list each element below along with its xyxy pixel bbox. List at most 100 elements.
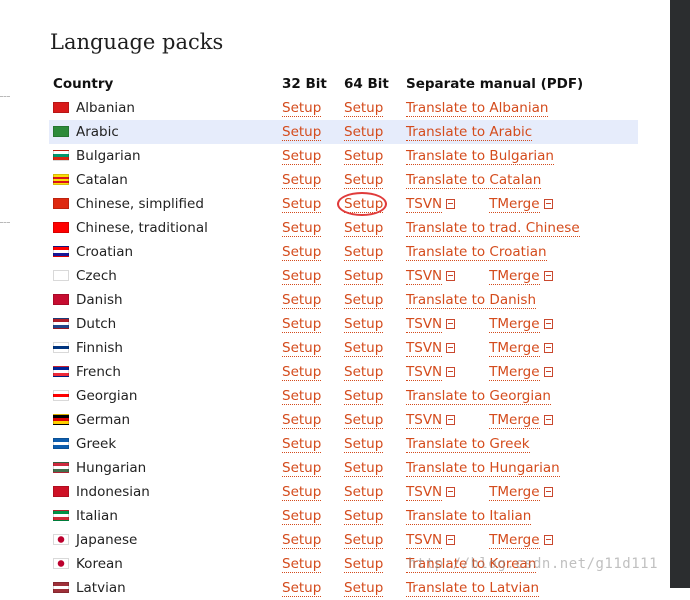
setup-32bit-link[interactable]: Setup <box>282 316 322 333</box>
setup-32bit-link[interactable]: Setup <box>282 532 322 549</box>
setup-64bit-link[interactable]: Setup <box>344 244 384 261</box>
setup-32bit-link[interactable]: Setup <box>282 580 322 597</box>
tsvn-manual-link[interactable]: TSVN <box>406 484 443 501</box>
manual-cell: Translate to Croatian <box>402 240 638 264</box>
setup-64bit-link[interactable]: Setup <box>344 412 384 429</box>
bit64-cell: Setup <box>340 120 402 144</box>
setup-32bit-link[interactable]: Setup <box>282 100 322 117</box>
setup-64bit-link[interactable]: Setup <box>344 556 384 573</box>
country-cell: Czech <box>49 264 278 288</box>
flag-icon <box>53 342 69 353</box>
setup-64bit-link[interactable]: Setup <box>344 124 384 141</box>
setup-32bit-link[interactable]: Setup <box>282 556 322 573</box>
country-cell: German <box>49 408 278 432</box>
setup-64bit-link[interactable]: Setup <box>344 388 384 405</box>
translate-manual-link[interactable]: Translate to Croatian <box>406 244 547 261</box>
pdf-icon <box>446 271 456 281</box>
setup-32bit-link[interactable]: Setup <box>282 460 322 477</box>
tsvn-manual-link[interactable]: TSVN <box>406 340 443 357</box>
setup-32bit-link[interactable]: Setup <box>282 412 322 429</box>
setup-64bit-link[interactable]: Setup <box>344 172 384 189</box>
translate-manual-link[interactable]: Translate to Italian <box>406 508 532 525</box>
setup-64bit-link[interactable]: Setup <box>344 220 384 237</box>
translate-manual-link[interactable]: Translate to Arabic <box>406 124 533 141</box>
tmerge-manual-link[interactable]: TMerge <box>489 412 540 429</box>
tsvn-manual-link[interactable]: TSVN <box>406 316 443 333</box>
setup-64bit-link[interactable]: Setup <box>344 100 384 117</box>
setup-64bit-link[interactable]: Setup <box>344 268 384 285</box>
bit64-cell: Setup <box>340 408 402 432</box>
margin-marker <box>0 222 10 223</box>
setup-32bit-link[interactable]: Setup <box>282 292 322 309</box>
country-name: Croatian <box>76 244 134 260</box>
tmerge-manual-link[interactable]: TMerge <box>489 364 540 381</box>
tmerge-manual-link[interactable]: TMerge <box>489 340 540 357</box>
setup-32bit-link[interactable]: Setup <box>282 484 322 501</box>
bit64-cell: Setup <box>340 168 402 192</box>
country-cell: Georgian <box>49 384 278 408</box>
tmerge-manual-link[interactable]: TMerge <box>489 484 540 501</box>
translate-manual-link[interactable]: Translate to Georgian <box>406 388 551 405</box>
setup-64bit-link[interactable]: Setup <box>344 364 384 381</box>
setup-64bit-link[interactable]: Setup <box>344 460 384 477</box>
translate-manual-link[interactable]: Translate to Danish <box>406 292 536 309</box>
pdf-icon <box>543 367 553 377</box>
setup-64bit-link[interactable]: Setup <box>344 340 384 357</box>
flag-icon <box>53 390 69 401</box>
bit64-cell: Setup <box>340 576 402 600</box>
setup-32bit-link[interactable]: Setup <box>282 196 322 213</box>
translate-manual-link[interactable]: Translate to Bulgarian <box>406 148 554 165</box>
pdf-icon <box>543 535 553 545</box>
flag-icon <box>53 270 69 281</box>
bit32-cell: Setup <box>278 528 340 552</box>
translate-manual-link[interactable]: Translate to Greek <box>406 436 530 453</box>
setup-64bit-link[interactable]: Setup <box>344 292 384 309</box>
country-name: Latvian <box>76 580 126 596</box>
setup-32bit-link[interactable]: Setup <box>282 436 322 453</box>
setup-32bit-link[interactable]: Setup <box>282 268 322 285</box>
setup-32bit-link[interactable]: Setup <box>282 508 322 525</box>
setup-64bit-link[interactable]: Setup <box>344 436 384 453</box>
setup-64bit-link[interactable]: Setup <box>344 484 384 501</box>
bit32-cell: Setup <box>278 288 340 312</box>
manual-cell: TSVN TMerge <box>402 336 638 360</box>
country-cell: Korean <box>49 552 278 576</box>
country-cell: Danish <box>49 288 278 312</box>
tsvn-manual-link[interactable]: TSVN <box>406 412 443 429</box>
translate-manual-link[interactable]: Translate to trad. Chinese <box>406 220 580 237</box>
tmerge-manual-link[interactable]: TMerge <box>489 532 540 549</box>
setup-32bit-link[interactable]: Setup <box>282 220 322 237</box>
tsvn-manual-link[interactable]: TSVN <box>406 268 443 285</box>
setup-32bit-link[interactable]: Setup <box>282 388 322 405</box>
country-cell: French <box>49 360 278 384</box>
manual-cell: TSVN TMerge <box>402 192 638 216</box>
translate-manual-link[interactable]: Translate to Latvian <box>406 580 540 597</box>
tsvn-manual-link[interactable]: TSVN <box>406 364 443 381</box>
tsvn-manual-link[interactable]: TSVN <box>406 196 443 213</box>
translate-manual-link[interactable]: Translate to Catalan <box>406 172 542 189</box>
flag-icon <box>53 294 69 305</box>
setup-64bit-link[interactable]: Setup <box>344 532 384 549</box>
bit64-cell: Setup <box>340 432 402 456</box>
tmerge-manual-link[interactable]: TMerge <box>489 268 540 285</box>
setup-32bit-link[interactable]: Setup <box>282 364 322 381</box>
setup-32bit-link[interactable]: Setup <box>282 244 322 261</box>
manual-cell: Translate to Arabic <box>402 120 638 144</box>
tmerge-manual-link[interactable]: TMerge <box>489 196 540 213</box>
translate-manual-link[interactable]: Translate to Hungarian <box>406 460 560 477</box>
setup-64bit-link[interactable]: Setup <box>344 148 384 165</box>
translate-manual-link[interactable]: Translate to Albanian <box>406 100 549 117</box>
country-cell: Finnish <box>49 336 278 360</box>
setup-64bit-link[interactable]: Setup <box>344 580 384 597</box>
tsvn-manual-link[interactable]: TSVN <box>406 532 443 549</box>
setup-32bit-link[interactable]: Setup <box>282 172 322 189</box>
flag-icon <box>53 126 69 137</box>
country-cell: Chinese, simplified <box>49 192 278 216</box>
setup-32bit-link[interactable]: Setup <box>282 124 322 141</box>
setup-32bit-link[interactable]: Setup <box>282 148 322 165</box>
setup-64bit-link[interactable]: Setup <box>344 508 384 525</box>
tmerge-manual-link[interactable]: TMerge <box>489 316 540 333</box>
setup-64bit-link[interactable]: Setup <box>344 316 384 333</box>
setup-32bit-link[interactable]: Setup <box>282 340 322 357</box>
table-row: Latvian Setup Setup Translate to Latvian <box>49 576 638 600</box>
